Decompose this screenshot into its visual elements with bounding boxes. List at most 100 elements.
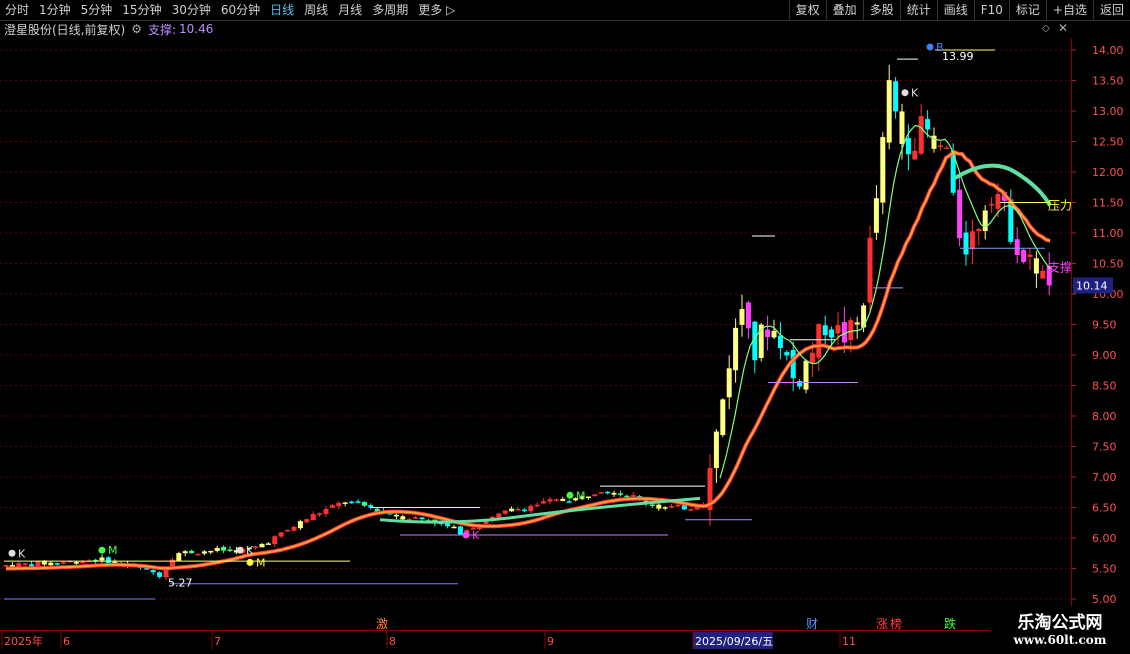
candle-body [150, 570, 156, 573]
axis-label: 10.50 [1092, 258, 1124, 271]
signal-marker: M [108, 544, 118, 557]
candle-body [1021, 249, 1027, 263]
candle-body [259, 543, 265, 548]
candle-body [253, 546, 259, 548]
candle-body [265, 543, 271, 545]
tab-2[interactable]: 5分钟 [76, 0, 118, 20]
watermark-url: www.60lt.com [1013, 633, 1107, 647]
event-marker[interactable]: 榜 [890, 616, 902, 630]
candle-body [989, 203, 995, 206]
candle-body [598, 492, 604, 494]
timeline-bar: 2025年 6 7 8 9 2025/09/26/五 11 [0, 630, 1130, 651]
axis-label: 5.50 [1092, 563, 1117, 576]
candle-body [905, 138, 911, 155]
timeline-label: 8 [389, 635, 396, 648]
axis-label: 6.00 [1092, 532, 1117, 545]
toolbar-button-7[interactable]: +自选 [1045, 0, 1093, 20]
signal-marker: K [18, 547, 26, 560]
candle-body [669, 506, 675, 508]
tab-4[interactable]: 30分钟 [167, 0, 216, 20]
signal-marker: K [911, 87, 919, 100]
candle-body [771, 330, 777, 338]
candle-body [649, 504, 655, 507]
gear-icon[interactable]: ⚙ [131, 22, 142, 36]
tab-7[interactable]: 周线 [299, 0, 333, 20]
candle-body [720, 399, 726, 436]
candle-body [777, 335, 783, 349]
signal-marker: B [936, 41, 944, 54]
kline-chart[interactable]: 13.995.27压力支撑K M KMKMKB激财涨榜跌 [0, 38, 1071, 630]
candle-body [1033, 258, 1039, 274]
support-label: 支撑: [147, 22, 176, 37]
candle-body [509, 508, 515, 512]
ma-long-overlay [6, 150, 1051, 570]
axis-label: 9.00 [1092, 349, 1117, 362]
event-marker[interactable]: 财 [806, 617, 818, 630]
signal-marker: M [576, 489, 586, 502]
signal-dot [8, 549, 16, 557]
candle-body [957, 189, 963, 239]
period-toolbar: 分时 1分钟 5分钟 15分钟 30分钟 60分钟 日线 周线 月线 多周期 更多 ▷ 复权 叠加 多股… [0, 0, 1130, 21]
tab-6[interactable]: 日线 [265, 0, 299, 20]
event-marker[interactable]: 涨 [876, 616, 888, 630]
ma-long-line [6, 149, 1051, 571]
candle-body [662, 507, 668, 509]
tab-9[interactable]: 多周期 [367, 0, 413, 20]
tab-10[interactable]: 更多 ▷ [413, 0, 460, 20]
candle-body [502, 510, 508, 514]
candle-body [656, 504, 662, 509]
tab-5[interactable]: 60分钟 [216, 0, 265, 20]
candle-body [317, 513, 323, 515]
candle-body [995, 193, 1001, 209]
toolbar-button-8[interactable]: 返回 [1092, 0, 1130, 20]
toolbar-button-6[interactable]: 标记 [1008, 0, 1046, 20]
tab-3[interactable]: 15分钟 [117, 0, 166, 20]
event-marker[interactable]: 跌 [944, 616, 956, 630]
axis-label: 9.50 [1092, 319, 1117, 332]
timeline-label: 9 [547, 635, 554, 648]
current-price-label: 10.14 [1076, 279, 1108, 292]
candle-body [560, 498, 566, 501]
axis-label: 5.00 [1092, 593, 1117, 606]
candle-body [35, 561, 41, 567]
candle-body [99, 557, 105, 561]
candle-body [521, 509, 527, 512]
toolbar-button-3[interactable]: 统计 [899, 0, 937, 20]
tab-8[interactable]: 月线 [333, 0, 367, 20]
candle-body [681, 505, 687, 510]
timeline-label: 11 [842, 635, 856, 648]
candle-body [835, 325, 841, 334]
candle-body [528, 505, 534, 512]
candle-body [61, 562, 67, 564]
timeline-label: 7 [214, 635, 221, 648]
candle-body [285, 529, 291, 532]
signal-marker: K [472, 529, 480, 542]
candle-body [176, 553, 182, 561]
toolbar-button-0[interactable]: 复权 [788, 0, 826, 20]
toolbar-button-1[interactable]: 叠加 [825, 0, 863, 20]
candle-body [221, 546, 227, 551]
candle-body [745, 302, 751, 329]
diamond-icon[interactable]: ◇ [1042, 23, 1050, 34]
toolbar-button-2[interactable]: 多股 [862, 0, 900, 20]
candle-body [617, 493, 623, 495]
signal-marker: K [246, 544, 254, 557]
candle-body [969, 231, 975, 250]
support-value: 10.46 [179, 22, 214, 36]
candle-body [189, 550, 195, 554]
toolbar-button-5[interactable]: F10 [973, 0, 1009, 20]
candle-body [515, 508, 521, 511]
candle-body [48, 562, 54, 566]
close-icon[interactable]: ✕ [1058, 21, 1068, 35]
axis-label: 11.50 [1092, 197, 1124, 210]
candle-body [272, 536, 278, 545]
tab-0[interactable]: 分时 [0, 0, 34, 20]
candle-body [893, 81, 899, 112]
event-marker[interactable]: 激 [376, 617, 388, 630]
tab-1[interactable]: 1分钟 [34, 0, 76, 20]
price-axis: 14.00 13.50 13.00 12.50 12.00 11.50 11.00 10.50… [1071, 38, 1130, 628]
toolbar-button-4[interactable]: 画线 [936, 0, 974, 20]
candle-body [803, 360, 809, 390]
candle-body [182, 551, 188, 554]
candle-body [278, 532, 284, 537]
